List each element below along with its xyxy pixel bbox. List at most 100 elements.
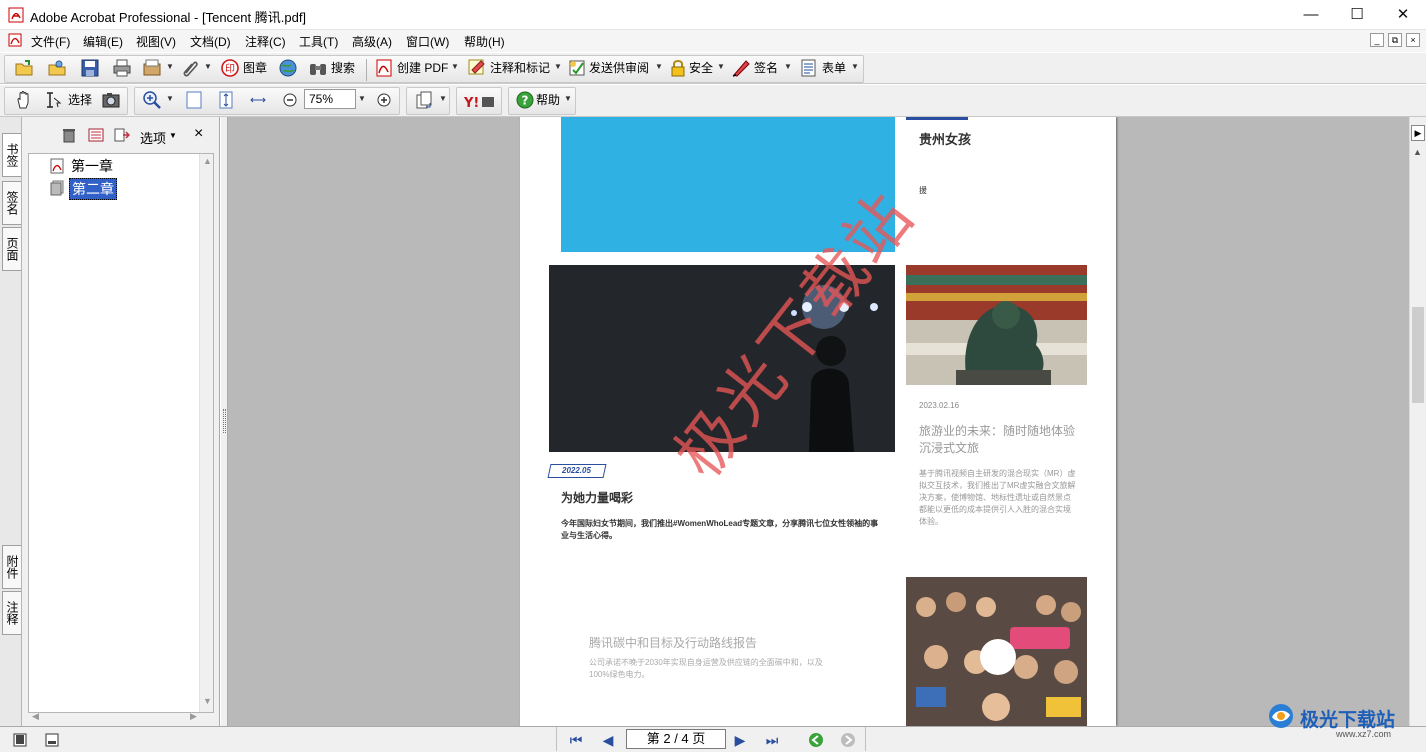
zoom-tool-dropdown-arrow[interactable]: ▼ [166,94,174,103]
forms-icon[interactable] [799,58,819,78]
menu-help[interactable]: 帮助(H) [464,33,505,50]
previous-page-button[interactable]: ◀ [598,731,618,749]
splitter-grip[interactable] [223,409,226,433]
attach-dropdown-arrow[interactable]: ▼ [204,62,212,71]
hand-tool-icon[interactable] [14,90,34,110]
yahoo-icon[interactable]: Y! [464,94,496,110]
delete-bookmark-icon[interactable] [62,127,76,143]
create-pdf-dropdown-arrow[interactable]: ▼ [451,62,459,71]
tab-pages[interactable]: 页面 [2,227,21,271]
close-button[interactable]: ✕ [1380,0,1426,30]
page-number-field[interactable]: 第 2 / 4 页 [626,729,726,749]
zoom-in-icon[interactable] [374,90,394,110]
scroll-right-arrow[interactable]: ▶ [190,711,197,722]
send-review-icon[interactable] [567,58,587,78]
create-pdf-button[interactable]: 创建 PDF [397,57,448,79]
bookmarks-scrollbar[interactable]: ▲ ▼ [199,154,213,712]
lock-icon[interactable] [668,58,688,78]
new-bookmark-icon[interactable] [88,127,104,143]
select-tool-button[interactable]: 选择 [68,89,92,111]
minimize-button[interactable]: — [1288,0,1334,30]
menu-document[interactable]: 文档(D) [190,33,231,50]
close-panel-icon[interactable]: × [194,125,203,143]
search-button[interactable]: 搜索 [331,57,355,79]
select-text-icon[interactable] [44,90,64,110]
zoom-out-icon[interactable] [280,90,300,110]
send-review-button[interactable]: 发送供审阅 [589,57,649,79]
comment-markup-icon[interactable] [467,58,487,78]
send-review-dropdown-arrow[interactable]: ▼ [655,62,663,71]
pdf-page[interactable]: 贵州女孩 援 2023.02.16 旅游业的未来：随时随地体验 沉浸式文旅 基于… [520,117,1116,726]
document-icon[interactable] [8,33,22,47]
maximize-button[interactable]: ☐ [1334,0,1380,30]
rotate-dropdown-arrow[interactable]: ▼ [439,94,447,103]
panel-toggle-arrow[interactable]: ▶ [1411,125,1425,141]
tab-attachments[interactable]: 附件 [2,545,21,589]
binoculars-icon[interactable] [308,58,328,78]
sign-dropdown-arrow[interactable]: ▼ [784,62,792,71]
mdi-minimize-button[interactable]: _ [1370,33,1384,47]
mdi-restore-button[interactable]: ⧉ [1388,33,1402,47]
single-page-icon[interactable] [12,732,28,748]
open-folder-icon[interactable] [14,58,34,78]
tab-signatures[interactable]: 签名 [2,181,21,225]
help-icon[interactable]: ? [515,90,535,110]
options-menu-button[interactable]: 选项 [140,128,166,147]
fit-width-icon[interactable] [248,90,268,110]
article-title: 旅游业的未来：随时随地体验 [919,424,1076,438]
forms-dropdown-arrow[interactable]: ▼ [851,62,859,71]
pen-sign-icon[interactable] [731,58,751,78]
scroll-thumb[interactable] [1412,307,1424,403]
sign-button[interactable]: 签名 [754,57,778,79]
continuous-page-icon[interactable] [44,732,60,748]
go-forward-icon[interactable] [840,732,856,748]
mdi-close-button[interactable]: × [1406,33,1420,47]
menu-window[interactable]: 窗口(W) [406,33,449,50]
menu-tools[interactable]: 工具(T) [299,33,338,50]
stamp-button[interactable]: 图章 [243,57,267,79]
scroll-left-arrow[interactable]: ◀ [32,711,39,722]
go-back-icon[interactable] [808,732,824,748]
tab-bookmarks[interactable]: 书签 [2,133,21,177]
menu-comments[interactable]: 注释(C) [245,33,286,50]
rotate-view-icon[interactable] [414,90,434,110]
stamp-icon[interactable]: 印 [220,58,240,78]
create-pdf-icon[interactable] [374,58,394,78]
zoom-level-dropdown-arrow[interactable]: ▼ [358,94,366,103]
tab-comments[interactable]: 注释 [2,591,21,635]
expand-bookmark-icon[interactable] [114,127,130,143]
save-icon[interactable] [80,58,100,78]
options-dropdown-arrow[interactable]: ▼ [169,131,177,140]
attach-icon[interactable] [180,58,200,78]
scroll-down-arrow[interactable]: ▼ [203,696,212,706]
email-icon[interactable] [142,58,162,78]
print-icon[interactable] [112,58,132,78]
globe-search-icon[interactable] [278,58,298,78]
fit-page-icon[interactable] [216,90,236,110]
menu-view[interactable]: 视图(V) [136,33,176,50]
zoom-in-tool-icon[interactable] [142,90,162,110]
document-scrollbar[interactable]: ▶ ▲ [1409,117,1426,726]
help-button[interactable]: 帮助 [536,89,560,111]
menu-file[interactable]: 文件(F) [31,33,70,50]
security-dropdown-arrow[interactable]: ▼ [717,62,725,71]
comment-markup-button[interactable]: 注释和标记 [490,57,550,79]
comment-markup-dropdown-arrow[interactable]: ▼ [554,62,562,71]
last-page-button[interactable]: ⏭ [762,731,782,749]
menu-advanced[interactable]: 高级(A) [352,33,392,50]
security-button[interactable]: 安全 [689,57,713,79]
panel-splitter[interactable] [220,117,228,726]
document-viewport[interactable]: 贵州女孩 援 2023.02.16 旅游业的未来：随时随地体验 沉浸式文旅 基于… [228,117,1409,726]
email-dropdown-arrow[interactable]: ▼ [166,62,174,71]
zoom-level-field[interactable]: 75% [304,89,356,109]
snapshot-icon[interactable] [101,90,121,110]
actual-size-icon[interactable] [184,90,204,110]
forms-button[interactable]: 表单 [822,57,846,79]
scroll-up-arrow[interactable]: ▲ [203,156,212,166]
menu-edit[interactable]: 编辑(E) [83,33,123,50]
first-page-button[interactable]: ⏮ [566,731,586,749]
organizer-icon[interactable] [47,58,67,78]
help-dropdown-arrow[interactable]: ▼ [564,94,572,103]
next-page-button[interactable]: ▶ [730,731,750,749]
scroll-up-arrow[interactable]: ▲ [1413,147,1422,157]
